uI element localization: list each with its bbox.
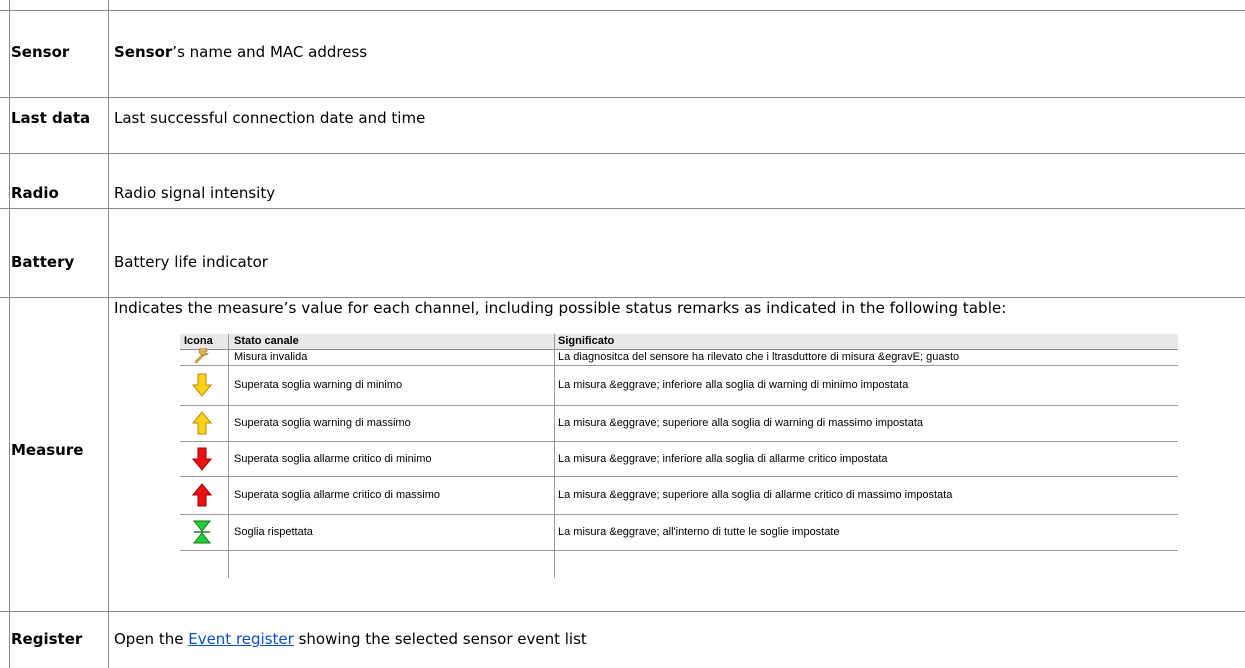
table-row: Superata soglia warning di minimo La mis… [180,366,1178,406]
table-column-divider [108,0,109,668]
arrow-down-red-icon [192,447,212,471]
row-divider [0,611,1245,612]
row-desc-sensor: Sensor’s name and MAC address [114,43,368,61]
row-label-last-data: Last data [11,109,91,127]
arrow-down-yellow-icon [192,373,212,397]
header-state: Stato canale [234,335,299,347]
row-divider [0,153,1245,154]
table-row: Superata soglia allarme critico di massi… [180,477,1178,515]
header-icon: Icona [184,335,213,347]
row-desc-measure: Indicates the measure’s value for each c… [114,299,1007,317]
table-row: Superata soglia warning di massimo La mi… [180,406,1178,442]
row-desc-battery: Battery life indicator [114,253,268,271]
table-row: Soglia rispettata La misura &eggrave; al… [180,515,1178,551]
status-table: Icona Stato canale Significato Misura in… [180,334,1178,578]
row-divider [0,97,1245,98]
row-label-register: Register [11,630,83,648]
row-label-measure: Measure [11,441,84,459]
arrow-up-red-icon [192,483,212,507]
table-border-left [9,0,10,668]
row-desc-last-data: Last successful connection date and time [114,109,426,127]
row-desc-register: Open the Event register showing the sele… [114,630,587,648]
row-label-battery: Battery [11,253,75,271]
row-label-sensor: Sensor [11,43,70,61]
row-divider [0,297,1245,298]
threshold-ok-green-icon [192,520,212,544]
wrench-icon [194,348,209,364]
arrow-up-yellow-icon [192,411,212,435]
table-row: Superata soglia allarme critico di minim… [180,442,1178,477]
row-divider [0,208,1245,209]
header-meaning: Significato [558,335,615,347]
row-divider [0,10,1245,11]
row-desc-radio: Radio signal intensity [114,184,276,202]
event-register-link[interactable]: Event register [188,630,294,648]
table-row: Misura invalida La diagnositca del senso… [180,348,1178,366]
row-label-radio: Radio [11,184,59,202]
status-table-header: Icona Stato canale Significato [180,334,1178,350]
